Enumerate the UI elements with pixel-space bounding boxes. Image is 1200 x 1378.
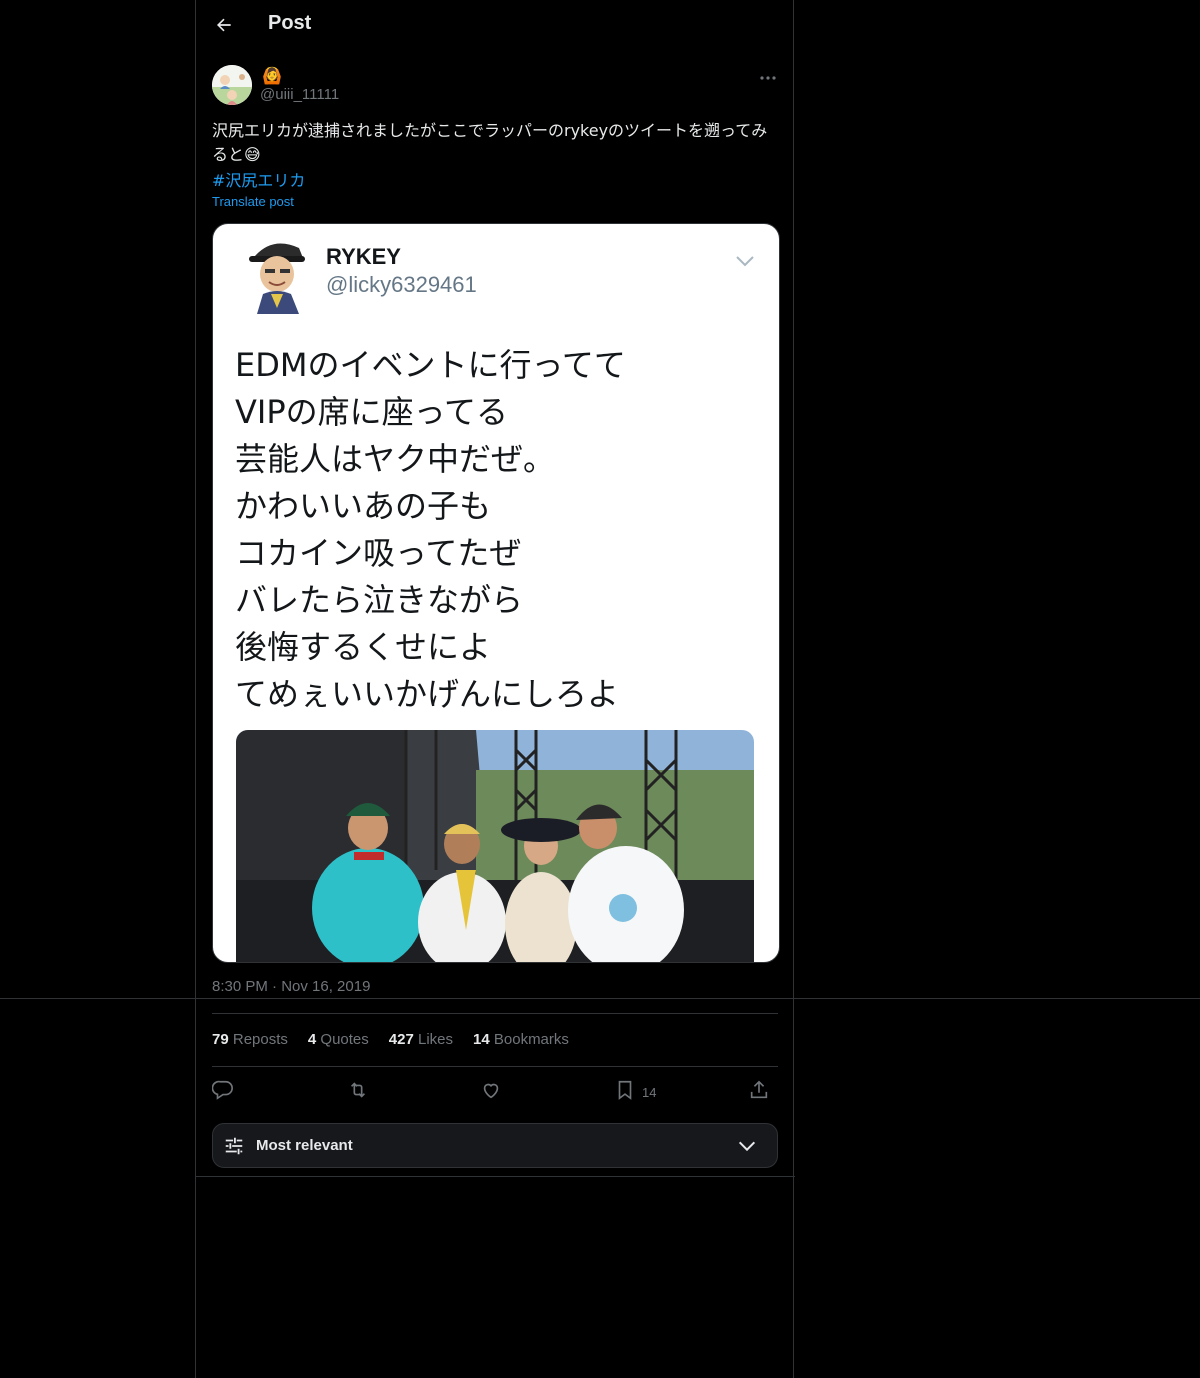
quoted-line: コカイン吸ってたぜ [235,534,522,572]
share-button[interactable] [748,1076,770,1108]
share-icon [748,1079,770,1105]
quoted-name: RYKEY [326,244,401,269]
back-button[interactable] [212,14,236,40]
quoted-line: VIPの席に座ってる [235,393,509,431]
quoted-handle: @licky6329461 [326,272,477,297]
author-handle[interactable]: @uiii_11111 [260,86,339,103]
quoted-line: EDMのイベントに行ってて [235,346,626,384]
post-text: 沢尻エリカが逮捕されましたがここでラッパーのrykeyのツイートを遡ってみると😅 [212,121,768,164]
more-button[interactable] [756,64,780,86]
stat-bookmarks[interactable]: 14 Bookmarks [473,1031,569,1048]
sliders-icon [223,1135,245,1161]
repost-icon [346,1079,370,1105]
quoted-line: 後悔するくせによ [235,628,492,666]
bookmark-count: 14 [642,1084,657,1100]
stat-count: 4 [307,1031,317,1048]
stats-bar: 79 Reposts 4 Quotes 427 Likes 14 Bookmar… [212,1031,569,1048]
stat-label: Reposts [232,1031,288,1048]
stat-label: Quotes [320,1031,369,1048]
avatar[interactable] [212,65,252,105]
action-bar: 14 [211,1076,778,1108]
back-arrow-icon [214,15,234,39]
stat-quotes[interactable]: 4 Quotes [308,1031,369,1048]
divider-stats-bottom [212,1066,778,1067]
group-photo [236,730,754,962]
quoted-line: かわいいあの子も [235,487,492,525]
stat-count: 79 [212,1031,229,1048]
chevron-down-icon [735,252,755,271]
stat-likes[interactable]: 427 Likes [389,1031,453,1048]
stat-count: 427 [388,1031,414,1048]
badge-emoji: 🙆 [262,66,282,85]
quoted-line: てめぇいいかげんにしろよ [235,675,620,713]
quoted-text: EDMのイベントに行ってて VIPの席に座ってる 芸能人はヤク中だぜ。 かわいい… [235,342,765,718]
sort-label: Most relevant [256,1137,353,1154]
quoted-avatar [243,234,313,314]
reply-icon [211,1079,234,1105]
like-icon [480,1079,502,1105]
sort-replies-dropdown[interactable]: Most relevant [212,1123,778,1168]
main-column: Post 🙆 @uiii_11111 沢尻エリカが逮捕されましたがここでラッパー… [195,0,795,1378]
repost-button[interactable] [346,1076,370,1108]
stat-label: Likes [417,1031,454,1048]
more-icon [759,66,777,85]
divider-replies [196,1176,795,1177]
quoted-line: 芸能人はヤク中だぜ。 [235,440,556,478]
bookmark-button[interactable]: 14 [614,1076,656,1108]
hashtag-link[interactable]: #沢尻エリカ [212,167,305,191]
post-header: Post [196,0,795,54]
stat-count: 14 [473,1031,490,1048]
reply-button[interactable] [211,1076,234,1108]
bookmark-icon [614,1079,636,1105]
media-image[interactable]: RYKEY @licky6329461 EDMのイベントに行ってて VIPの席に… [212,223,780,963]
stat-label: Bookmarks [493,1031,569,1048]
post-timestamp[interactable]: 8:30 PM · Nov 16, 2019 [212,978,370,995]
divider-stats-top [212,1013,778,1014]
chevron-down-icon [736,1135,758,1161]
translate-post-link[interactable]: Translate post [212,194,294,209]
quoted-line: バレたら泣きながら [235,581,524,619]
stat-reposts[interactable]: 79 Reposts [212,1031,288,1048]
page-title: Post [268,12,312,34]
like-button[interactable] [480,1076,502,1108]
